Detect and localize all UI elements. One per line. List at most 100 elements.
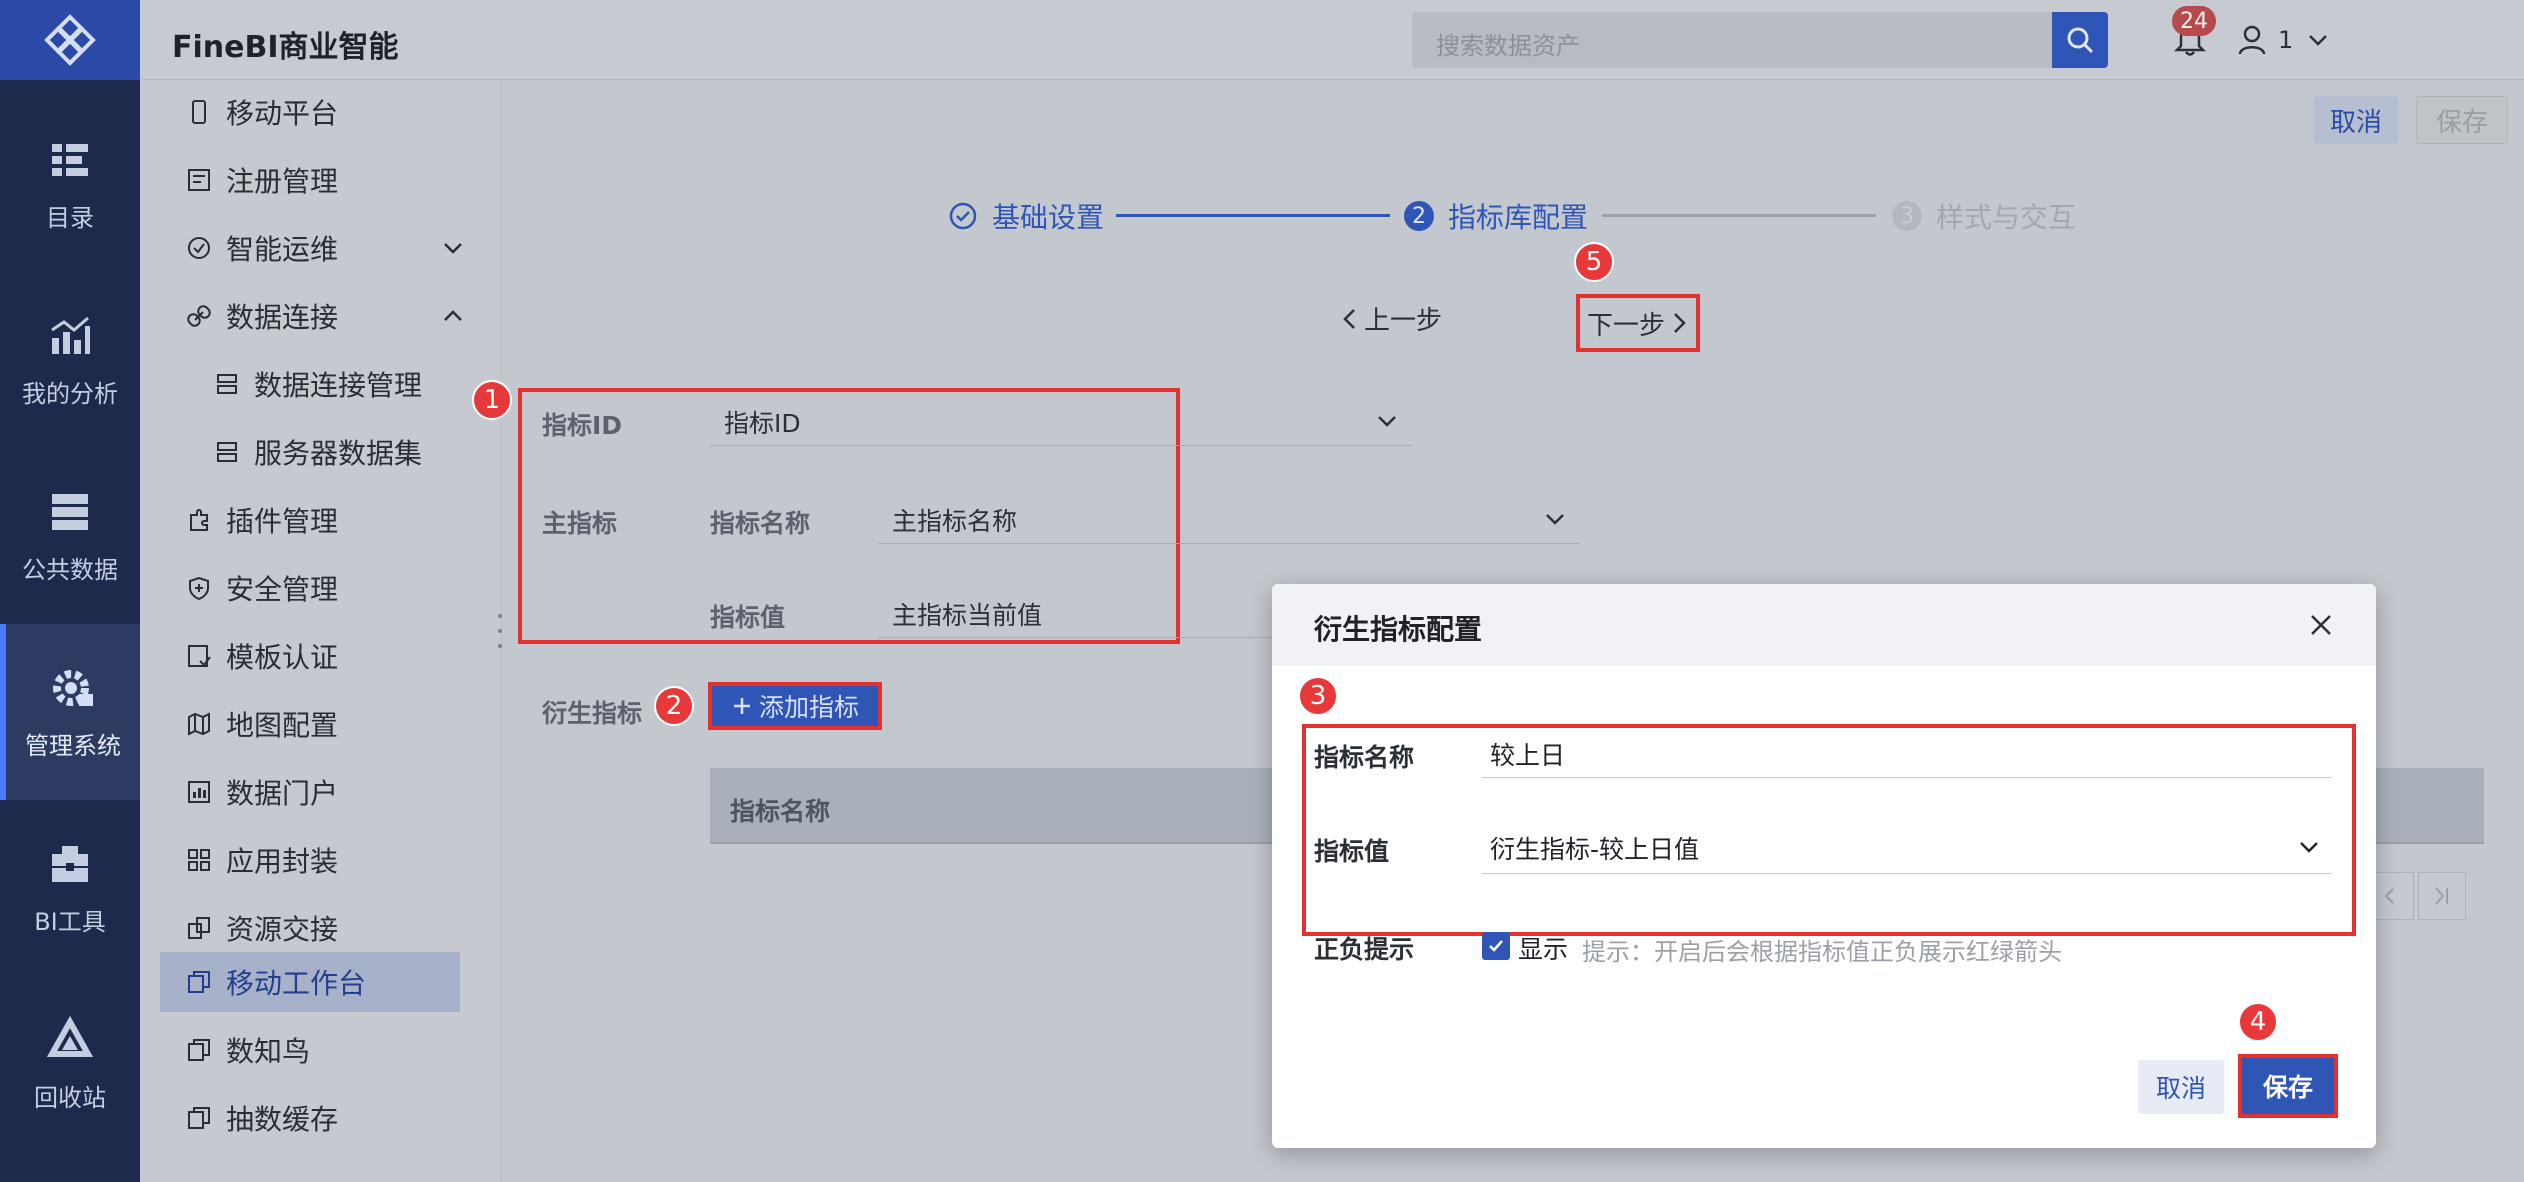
menu-item-data-portal[interactable]: 数据门户 (140, 762, 502, 822)
step-indicator-config[interactable]: 2 指标库配置 (1404, 196, 1588, 236)
admin-menu: 移动平台 注册管理 智能运维 数据连接 数据连接管理 服务器数据集 插件管理 安… (140, 80, 502, 1182)
rail-item-label: 回收站 (34, 1083, 106, 1112)
gear-icon (53, 669, 93, 706)
menu-item-data-connection[interactable]: 数据连接 (140, 286, 502, 346)
toolbox-icon (52, 845, 88, 882)
plus-icon (733, 698, 750, 714)
add-indicator-button[interactable]: 添加指标 (708, 682, 882, 730)
field-label: 衍生指标 (542, 699, 643, 728)
main-indicator-name-select[interactable]: 主指标名称 (878, 494, 1580, 544)
step-marker: 5 (1574, 242, 1614, 282)
show-checkbox-label[interactable]: 显示 (1518, 930, 1568, 966)
app-rail: 目录 我的分析 公共数据 管理系统 BI工具 回收站 (0, 0, 140, 1182)
rail-item-catalog[interactable]: 目录 (0, 96, 140, 272)
search-input[interactable]: 搜索数据资产 (1412, 12, 2052, 68)
save-button[interactable]: 保存 (2416, 96, 2508, 144)
step-label: 样式与交互 (1936, 201, 2077, 234)
catalog-icon (52, 143, 88, 176)
show-checkbox[interactable] (1482, 932, 1510, 960)
step-marker: 2 (654, 686, 694, 726)
menu-item-shuzhiniao[interactable]: 数知鸟 (140, 1020, 502, 1080)
menu-item-ops[interactable]: 智能运维 (140, 218, 502, 278)
menu-item-map-config[interactable]: 地图配置 (140, 694, 502, 754)
step-number: 3 (1892, 201, 1922, 231)
chevron-left-icon (2384, 888, 2394, 904)
dialog-cancel-button[interactable]: 取消 (2138, 1060, 2224, 1114)
step-connector (1116, 214, 1390, 217)
menu-item-extract-cache[interactable]: 抽数缓存 (140, 1088, 502, 1148)
app-logo[interactable] (0, 0, 140, 80)
field-label: 主指标 (542, 509, 618, 538)
user-menu[interactable]: 1 (2238, 20, 2331, 60)
select-value: 指标ID (724, 409, 801, 438)
rail-item-recycle[interactable]: 回收站 (0, 976, 140, 1152)
menu-item-label: 服务器数据集 (254, 437, 423, 470)
rail-item-label: 我的分析 (22, 379, 118, 408)
menu-item-label: 抽数缓存 (226, 1103, 339, 1136)
menu-item-template-cert[interactable]: 模板认证 (140, 626, 502, 686)
menu-item-label: 插件管理 (226, 505, 339, 538)
menu-item-label: 数知鸟 (226, 1035, 311, 1068)
select-value: 衍生指标-较上日值 (1490, 835, 1700, 864)
menu-item-server-dataset[interactable]: 服务器数据集 (140, 422, 502, 482)
check-icon (1489, 940, 1503, 952)
prev-step-label: 上一步 (1364, 306, 1443, 336)
top-bar: FineBI商业智能 (140, 0, 2524, 80)
shield-icon (189, 576, 209, 601)
menu-item-security[interactable]: 安全管理 (140, 558, 502, 618)
menu-item-connection-manage[interactable]: 数据连接管理 (140, 354, 502, 414)
derived-value-select[interactable]: 衍生指标-较上日值 (1482, 822, 2332, 874)
handover-icon (188, 917, 210, 939)
hint-text: 提示：开启后会根据指标值正负展示红绿箭头 (1582, 938, 2062, 966)
chevron-down-icon (1378, 416, 1396, 427)
menu-item-mobile-workbench[interactable]: 移动工作台 (160, 952, 460, 1012)
step-marker: 4 (2238, 1002, 2278, 1042)
derived-name-input[interactable]: 较上日 (1482, 728, 2332, 778)
main-indicator-value-select[interactable]: 主指标当前值 (878, 588, 1278, 638)
chevron-down-icon (2309, 35, 2328, 46)
next-step-label: 下一步 (1586, 310, 1665, 341)
field-label: 指标名称 (1314, 743, 1415, 772)
step-label: 基础设置 (992, 201, 1105, 234)
step-marker: 1 (472, 380, 512, 420)
apps-icon (188, 849, 210, 871)
pager-last-button[interactable] (2418, 872, 2466, 920)
rail-item-analysis[interactable]: 我的分析 (0, 272, 140, 448)
step-basic-settings[interactable]: 基础设置 (948, 196, 1104, 236)
database-icon (217, 374, 237, 394)
menu-item-label: 移动工作台 (226, 967, 367, 1000)
menu-item-registration[interactable]: 注册管理 (140, 150, 502, 210)
menu-item-resource-handover[interactable]: 资源交接 (140, 898, 502, 958)
select-value: 主指标当前值 (892, 601, 1043, 630)
search-button[interactable] (2052, 12, 2108, 68)
recycle-icon (46, 1015, 94, 1057)
logo-icon (44, 14, 96, 66)
derived-indicator-dialog: 衍生指标配置 3 指标名称 较上日 指标值 衍生指标-较上日值 正负提示 显示 … (1272, 584, 2376, 1148)
step-style-interaction[interactable]: 3 样式与交互 (1892, 196, 2076, 236)
next-step-button[interactable]: 下一步 (1576, 294, 1700, 352)
cancel-button[interactable]: 取消 (2314, 96, 2398, 144)
search-placeholder: 搜索数据资产 (1436, 32, 1580, 60)
chevron-down-icon (444, 243, 462, 254)
rail-item-admin[interactable]: 管理系统 (0, 624, 140, 800)
search-icon (2067, 27, 2094, 54)
rail-item-public-data[interactable]: 公共数据 (0, 448, 140, 624)
step-marker: 3 (1298, 676, 1338, 716)
check-circle-icon (949, 202, 977, 230)
plugin-icon (190, 509, 208, 531)
rail-item-bi-tools[interactable]: BI工具 (0, 800, 140, 976)
copy-icon (188, 1107, 210, 1129)
menu-item-label: 智能运维 (226, 233, 339, 266)
indicator-id-select[interactable]: 指标ID (710, 396, 1412, 446)
menu-item-mobile-platform[interactable]: 移动平台 (140, 82, 502, 142)
dialog-save-button[interactable]: 保存 (2238, 1054, 2338, 1118)
dialog-header: 衍生指标配置 (1272, 584, 2376, 666)
close-icon[interactable] (2302, 606, 2340, 644)
menu-item-label: 移动平台 (226, 97, 339, 130)
field-label: 正负提示 (1314, 935, 1415, 964)
add-indicator-label: 添加指标 (758, 693, 859, 722)
chevron-left-icon (1343, 308, 1355, 329)
menu-item-plugins[interactable]: 插件管理 (140, 490, 502, 550)
menu-item-app-package[interactable]: 应用封装 (140, 830, 502, 890)
prev-step-button[interactable]: 上一步 (1340, 300, 1442, 337)
